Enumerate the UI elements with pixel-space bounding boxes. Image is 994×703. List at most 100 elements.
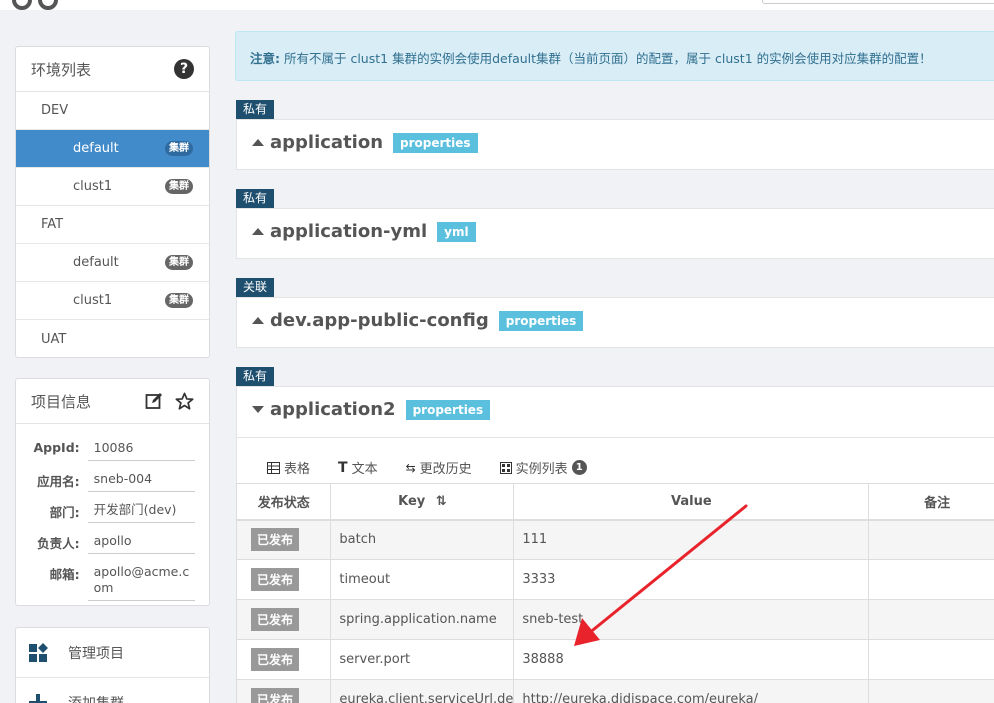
- cell-comment: [868, 639, 994, 680]
- cell-comment: [868, 559, 994, 600]
- expand-caret-icon[interactable]: [252, 406, 264, 413]
- cell-key: timeout: [330, 559, 515, 600]
- cluster-item-fat-default[interactable]: default 集群: [16, 244, 209, 282]
- namespace-tag: 关联: [236, 278, 275, 297]
- list-icon: [499, 461, 512, 474]
- info-label: 部门:: [49, 505, 80, 520]
- info-value: 开发部门(dev): [87, 498, 195, 523]
- cluster-notice: 注意: 所有不属于 clust1 集群的实例会使用default集群（当前页面）…: [235, 31, 994, 81]
- top-search-input[interactable]: [762, 0, 994, 4]
- info-value: apollo: [87, 529, 195, 554]
- info-row-email: 邮箱: apollo@acme.com: [26, 560, 195, 601]
- cluster-label: clust1: [73, 179, 113, 194]
- namespace-name: dev.app-public-config: [270, 310, 489, 331]
- info-label: 应用名:: [37, 474, 80, 489]
- format-badge: yml: [437, 221, 476, 242]
- annotation-arrow-icon: [574, 504, 748, 646]
- tab-label: 表格: [284, 462, 311, 477]
- tab-history[interactable]: ⇆ 更改历史: [405, 458, 472, 478]
- tab-text[interactable]: T 文本: [338, 458, 378, 478]
- logo-part: [38, 0, 58, 10]
- status-badge: 已发布: [251, 528, 300, 552]
- status-badge: 已发布: [251, 648, 300, 671]
- col-header-key-label: Key: [398, 493, 426, 509]
- notice-label: 注意:: [250, 51, 280, 66]
- cell-comment: [868, 519, 994, 560]
- swap-icon: ⇆: [405, 460, 416, 475]
- collapse-caret-icon[interactable]: [252, 317, 264, 324]
- info-label: 负责人:: [37, 536, 80, 551]
- add-cluster-link[interactable]: 添加集群: [16, 678, 209, 703]
- namespace-header[interactable]: application2 properties: [252, 399, 491, 420]
- namespace-tag: 私有: [236, 100, 275, 119]
- namespace-panel-application-yml: application-yml yml: [236, 208, 994, 259]
- info-row-owner: 负责人: apollo: [26, 529, 195, 554]
- env-label: UAT: [41, 331, 67, 347]
- env-list-title: 环境列表: [31, 60, 92, 79]
- sort-icon[interactable]: ⇅: [436, 494, 447, 509]
- text-icon: T: [338, 459, 348, 476]
- info-row-appid: AppId: 10086: [26, 436, 195, 461]
- cluster-badge: 集群: [165, 255, 193, 270]
- col-header-comment: 备注: [868, 483, 994, 521]
- cluster-badge: 集群: [165, 293, 193, 308]
- status-badge: 已发布: [251, 608, 300, 631]
- cluster-item-fat-clust1[interactable]: clust1 集群: [16, 282, 209, 320]
- col-header-status: 发布状态: [235, 483, 332, 521]
- manage-project-label: 管理项目: [68, 645, 124, 662]
- namespace-tag: 私有: [236, 189, 275, 208]
- namespace-header[interactable]: dev.app-public-config properties: [252, 310, 584, 331]
- env-label: FAT: [41, 217, 64, 232]
- tab-table[interactable]: 表格: [267, 458, 310, 477]
- cell-key: server.port: [330, 639, 515, 680]
- status-badge: 已发布: [251, 568, 300, 591]
- info-value: 10086: [87, 436, 195, 461]
- namespace-tabs: 表格 T 文本 ⇆ 更改历史 实例列表 1: [267, 458, 587, 477]
- info-row-appname: 应用名: sneb-004: [26, 467, 195, 492]
- cluster-item-dev-clust1[interactable]: clust1 集群: [16, 168, 209, 206]
- collapse-caret-icon[interactable]: [252, 228, 264, 235]
- tab-label: 实例列表: [515, 462, 568, 477]
- notice-text: 所有不属于 clust1 集群的实例会使用default集群（当前页面）的配置，…: [283, 51, 932, 66]
- cluster-badge: 集群: [165, 141, 193, 156]
- env-item-uat[interactable]: UAT: [16, 320, 209, 358]
- info-row-department: 部门: 开发部门(dev): [26, 498, 195, 523]
- info-label: 邮箱:: [49, 567, 80, 582]
- plus-icon: [29, 693, 47, 703]
- format-badge: properties: [498, 310, 584, 331]
- collapse-caret-icon[interactable]: [252, 139, 264, 146]
- star-icon[interactable]: [175, 392, 194, 411]
- cluster-item-dev-default[interactable]: default 集群: [16, 130, 209, 168]
- edit-icon[interactable]: [145, 392, 163, 410]
- env-item-fat[interactable]: FAT: [16, 206, 209, 244]
- namespace-name: application-yml: [270, 221, 428, 242]
- cell-comment: [868, 679, 994, 703]
- help-icon[interactable]: ?: [174, 59, 194, 79]
- cluster-label: default: [73, 255, 119, 270]
- tab-instances[interactable]: 实例列表 1: [499, 458, 587, 477]
- info-label: AppId:: [33, 440, 80, 455]
- cluster-label: default: [73, 141, 119, 156]
- project-info-body: AppId: 10086 应用名: sneb-004 部门: 开发部门(dev)…: [16, 424, 209, 601]
- env-list-panel: 环境列表 ? DEV default 集群 clust1 集群 FAT defa…: [15, 46, 210, 358]
- add-cluster-label: 添加集群: [68, 693, 124, 703]
- namespace-tag: 私有: [236, 367, 275, 386]
- cell-key: batch: [330, 519, 515, 560]
- cell-value: http://eureka.didispace.com/eureka/: [513, 679, 870, 703]
- cluster-label: clust1: [73, 293, 113, 308]
- env-item-dev[interactable]: DEV: [16, 92, 209, 130]
- cell-key: spring.application.name: [330, 599, 515, 640]
- namespace-header[interactable]: application-yml yml: [252, 221, 476, 242]
- dashboard-icon: [29, 642, 48, 662]
- table-icon: [267, 461, 280, 474]
- cell-key: eureka.client.serviceUrl.de: [330, 679, 515, 703]
- namespace-name: application: [270, 132, 384, 153]
- top-header: [0, 0, 994, 10]
- namespace-header[interactable]: application properties: [252, 132, 478, 153]
- cell-comment: [868, 599, 994, 640]
- col-header-key[interactable]: Key ⇅: [330, 483, 515, 521]
- project-info-title: 项目信息: [31, 392, 92, 411]
- info-value: sneb-004: [87, 467, 195, 492]
- tab-label: 文本: [351, 462, 378, 477]
- manage-project-link[interactable]: 管理项目: [16, 628, 209, 678]
